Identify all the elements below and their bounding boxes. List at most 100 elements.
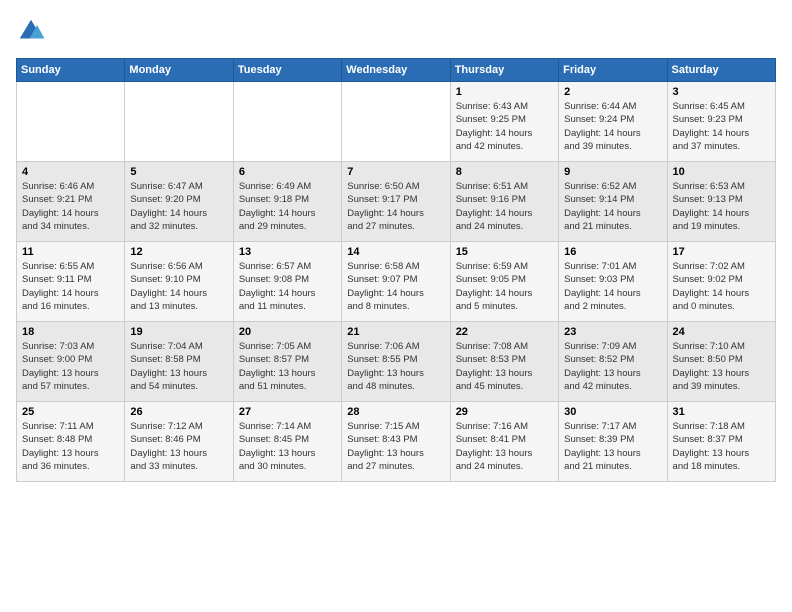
calendar-cell: 7 Sunrise: 6:50 AMSunset: 9:17 PMDaylight… [342,162,450,242]
col-thursday: Thursday [450,59,558,82]
calendar-cell: 15 Sunrise: 6:59 AMSunset: 9:05 PMDayligh… [450,242,558,322]
day-info: Sunrise: 6:50 AMSunset: 9:17 PMDaylight:… [347,180,444,233]
day-number: 28 [347,406,444,418]
calendar-cell: 13Sunrise: 6:57 AMSunset: 9:08 PMDayligh… [233,242,341,322]
day-number: 23 [564,326,661,338]
day-number: 17 [673,246,770,258]
day-info: Sunrise: 7:12 AMSunset: 8:46 PMDaylight:… [130,420,227,473]
logo-icon [16,16,46,46]
calendar-cell: 26 Sunrise: 7:12 AMSunset: 8:46 PMDayligh… [125,402,233,482]
day-number: 24 [673,326,770,338]
day-info: Sunrise: 6:58 AMSunset: 9:07 PMDaylight:… [347,260,444,313]
calendar-cell: 18 Sunrise: 7:03 AMSunset: 9:00 PMDayligh… [17,322,125,402]
day-info: Sunrise: 7:10 AMSunset: 8:50 PMDaylight:… [673,340,770,393]
calendar-cell: 29 Sunrise: 7:16 AMSunset: 8:41 PMDayligh… [450,402,558,482]
day-number: 27 [239,406,336,418]
day-info: Sunrise: 6:55 AMSunset: 9:11 PMDaylight:… [22,260,119,313]
day-info: Sunrise: 6:47 AMSunset: 9:20 PMDaylight:… [130,180,227,233]
calendar-cell: 6Sunrise: 6:49 AMSunset: 9:18 PMDaylight… [233,162,341,242]
day-number: 25 [22,406,119,418]
col-sunday: Sunday [17,59,125,82]
calendar-week-4: 18 Sunrise: 7:03 AMSunset: 9:00 PMDayligh… [17,322,776,402]
calendar-cell: 9 Sunrise: 6:52 AMSunset: 9:14 PMDaylight… [559,162,667,242]
calendar-cell: 19Sunrise: 7:04 AMSunset: 8:58 PMDayligh… [125,322,233,402]
calendar-cell: 22 Sunrise: 7:08 AMSunset: 8:53 PMDayligh… [450,322,558,402]
day-number: 5 [130,166,227,178]
calendar-cell [233,82,341,162]
calendar-cell: 31 Sunrise: 7:18 AMSunset: 8:37 PMDayligh… [667,402,775,482]
day-info: Sunrise: 7:04 AMSunset: 8:58 PMDaylight:… [130,340,227,393]
day-number: 31 [673,406,770,418]
day-number: 13 [239,246,336,258]
col-friday: Friday [559,59,667,82]
day-info: Sunrise: 6:44 AMSunset: 9:24 PMDaylight:… [564,100,661,153]
calendar-cell: 12 Sunrise: 6:56 AMSunset: 9:10 PMDayligh… [125,242,233,322]
day-info: Sunrise: 6:53 AMSunset: 9:13 PMDaylight:… [673,180,770,233]
calendar-week-3: 11 Sunrise: 6:55 AMSunset: 9:11 PMDayligh… [17,242,776,322]
day-number: 2 [564,86,661,98]
day-info: Sunrise: 7:09 AMSunset: 8:52 PMDaylight:… [564,340,661,393]
day-number: 9 [564,166,661,178]
logo [16,16,50,46]
calendar-body: 1 Sunrise: 6:43 AMSunset: 9:25 PMDaylight… [17,82,776,482]
day-number: 30 [564,406,661,418]
calendar-cell: 8 Sunrise: 6:51 AMSunset: 9:16 PMDaylight… [450,162,558,242]
calendar-cell: 16 Sunrise: 7:01 AMSunset: 9:03 PMDayligh… [559,242,667,322]
col-saturday: Saturday [667,59,775,82]
col-monday: Monday [125,59,233,82]
day-number: 22 [456,326,553,338]
calendar-cell: 25Sunrise: 7:11 AMSunset: 8:48 PMDayligh… [17,402,125,482]
day-number: 14 [347,246,444,258]
day-info: Sunrise: 7:01 AMSunset: 9:03 PMDaylight:… [564,260,661,313]
day-info: Sunrise: 7:03 AMSunset: 9:00 PMDaylight:… [22,340,119,393]
calendar-cell: 23 Sunrise: 7:09 AMSunset: 8:52 PMDayligh… [559,322,667,402]
day-number: 7 [347,166,444,178]
calendar-cell: 10 Sunrise: 6:53 AMSunset: 9:13 PMDayligh… [667,162,775,242]
day-number: 15 [456,246,553,258]
calendar-cell: 24 Sunrise: 7:10 AMSunset: 8:50 PMDayligh… [667,322,775,402]
col-tuesday: Tuesday [233,59,341,82]
day-info: Sunrise: 6:52 AMSunset: 9:14 PMDaylight:… [564,180,661,233]
calendar-cell: 3 Sunrise: 6:45 AMSunset: 9:23 PMDaylight… [667,82,775,162]
calendar-cell: 20Sunrise: 7:05 AMSunset: 8:57 PMDayligh… [233,322,341,402]
calendar-cell [342,82,450,162]
day-info: Sunrise: 6:51 AMSunset: 9:16 PMDaylight:… [456,180,553,233]
header-row: Sunday Monday Tuesday Wednesday Thursday… [17,59,776,82]
calendar-cell: 2 Sunrise: 6:44 AMSunset: 9:24 PMDaylight… [559,82,667,162]
col-wednesday: Wednesday [342,59,450,82]
day-number: 3 [673,86,770,98]
calendar-cell: 17Sunrise: 7:02 AMSunset: 9:02 PMDayligh… [667,242,775,322]
day-info: Sunrise: 7:18 AMSunset: 8:37 PMDaylight:… [673,420,770,473]
day-number: 26 [130,406,227,418]
day-info: Sunrise: 6:46 AMSunset: 9:21 PMDaylight:… [22,180,119,233]
day-number: 21 [347,326,444,338]
day-info: Sunrise: 7:16 AMSunset: 8:41 PMDaylight:… [456,420,553,473]
calendar-week-2: 4 Sunrise: 6:46 AMSunset: 9:21 PMDaylight… [17,162,776,242]
day-number: 16 [564,246,661,258]
day-info: Sunrise: 7:06 AMSunset: 8:55 PMDaylight:… [347,340,444,393]
day-info: Sunrise: 6:43 AMSunset: 9:25 PMDaylight:… [456,100,553,153]
calendar-cell: 21 Sunrise: 7:06 AMSunset: 8:55 PMDayligh… [342,322,450,402]
day-number: 12 [130,246,227,258]
day-number: 4 [22,166,119,178]
calendar-cell: 4 Sunrise: 6:46 AMSunset: 9:21 PMDaylight… [17,162,125,242]
calendar-cell: 14 Sunrise: 6:58 AMSunset: 9:07 PMDayligh… [342,242,450,322]
day-number: 29 [456,406,553,418]
calendar-cell: 30 Sunrise: 7:17 AMSunset: 8:39 PMDayligh… [559,402,667,482]
day-number: 10 [673,166,770,178]
day-info: Sunrise: 7:15 AMSunset: 8:43 PMDaylight:… [347,420,444,473]
day-number: 8 [456,166,553,178]
day-number: 11 [22,246,119,258]
day-number: 18 [22,326,119,338]
calendar-cell: 5 Sunrise: 6:47 AMSunset: 9:20 PMDaylight… [125,162,233,242]
calendar-cell: 1 Sunrise: 6:43 AMSunset: 9:25 PMDaylight… [450,82,558,162]
calendar-table: Sunday Monday Tuesday Wednesday Thursday… [16,58,776,482]
day-info: Sunrise: 7:17 AMSunset: 8:39 PMDaylight:… [564,420,661,473]
day-number: 1 [456,86,553,98]
day-info: Sunrise: 6:59 AMSunset: 9:05 PMDaylight:… [456,260,553,313]
day-info: Sunrise: 7:08 AMSunset: 8:53 PMDaylight:… [456,340,553,393]
calendar-cell [125,82,233,162]
day-info: Sunrise: 6:56 AMSunset: 9:10 PMDaylight:… [130,260,227,313]
calendar-cell [17,82,125,162]
day-info: Sunrise: 6:45 AMSunset: 9:23 PMDaylight:… [673,100,770,153]
